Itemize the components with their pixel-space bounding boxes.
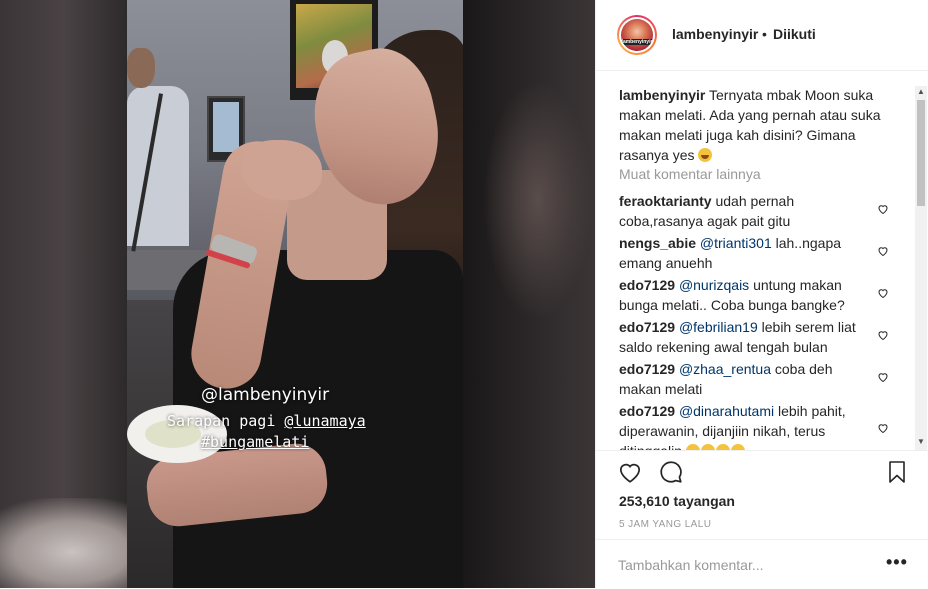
- comment-item: edo7129 @febrilian19 lebih serem liat sa…: [619, 317, 867, 357]
- comment-mention[interactable]: @trianti301: [700, 235, 772, 251]
- view-count-label: tayangan: [673, 493, 735, 509]
- post-header: lambenyinyir lambenyinyir • Diikuti: [596, 0, 928, 71]
- overlay-handle: @lambenyinyir: [201, 385, 330, 405]
- avatar[interactable]: lambenyinyir: [617, 15, 657, 55]
- overlay-caption-line: Sarapan pagi @lunamaya: [167, 412, 366, 430]
- woman-hand: [242, 140, 322, 200]
- heart-icon[interactable]: [617, 459, 643, 485]
- video-blur-left: [0, 0, 140, 588]
- bookmark-icon[interactable]: [885, 459, 909, 485]
- comment-username[interactable]: feraoktarianty: [619, 193, 712, 209]
- comment-item: nengs_abie @trianti301 lah..ngapa emang …: [619, 233, 867, 273]
- add-comment-input[interactable]: [618, 554, 878, 576]
- comment-username[interactable]: nengs_abie: [619, 235, 696, 251]
- overlay-caption-text: Sarapan pagi: [167, 412, 285, 430]
- comment-username[interactable]: edo7129: [619, 361, 675, 377]
- comment-mention[interactable]: @zhaa_rentua: [679, 361, 771, 377]
- more-options-button[interactable]: •••: [886, 552, 908, 573]
- view-count-number: 253,610: [619, 493, 670, 509]
- comments-scrollbar[interactable]: ▲ ▼: [915, 86, 927, 450]
- comment-item: edo7129 @nurizqais untung makan bunga me…: [619, 275, 867, 315]
- overlay-mention: @lunamaya: [284, 412, 366, 430]
- comments-list[interactable]: lambenyinyir Ternyata mbak Moon suka mak…: [596, 71, 928, 450]
- comment-username[interactable]: edo7129: [619, 403, 675, 419]
- heart-icon[interactable]: [877, 203, 889, 215]
- header-separator: •: [762, 26, 767, 42]
- overlay-hashtag: #bungamelati: [201, 433, 310, 451]
- caption: lambenyinyir Ternyata mbak Moon suka mak…: [619, 85, 887, 165]
- comment-item: edo7129 @zhaa_rentua coba deh makan mela…: [619, 359, 867, 399]
- video-player[interactable]: [127, 0, 463, 588]
- comment-item: edo7129 @dinarahutami lebih pahit, diper…: [619, 401, 867, 450]
- view-count: 253,610 tayangan: [619, 493, 735, 509]
- comment-username[interactable]: edo7129: [619, 319, 675, 335]
- post-timestamp[interactable]: 5 JAM YANG LALU: [619, 519, 711, 530]
- heart-icon[interactable]: [877, 371, 889, 383]
- scrollbar-thumb[interactable]: [917, 100, 925, 206]
- heart-icon[interactable]: [877, 422, 889, 434]
- post-media[interactable]: @lambenyinyir Sarapan pagi @lunamaya #bu…: [0, 0, 595, 588]
- heart-icon[interactable]: [877, 245, 889, 257]
- follow-status-button[interactable]: Diikuti: [773, 26, 816, 42]
- avatar-image: lambenyinyir: [621, 19, 653, 51]
- caption-username[interactable]: lambenyinyir: [619, 87, 705, 103]
- scroll-up-arrow-icon[interactable]: ▲: [917, 88, 925, 96]
- video-blur-right: [463, 0, 595, 588]
- add-comment-section: •••: [596, 539, 928, 589]
- post-info-panel: lambenyinyir lambenyinyir • Diikuti lamb…: [595, 0, 928, 588]
- avatar-logo-text: lambenyinyir: [621, 39, 653, 45]
- comment-mention[interactable]: @dinarahutami: [679, 403, 774, 419]
- comment-item: feraoktarianty udah pernah coba,rasanya …: [619, 191, 867, 231]
- heart-icon[interactable]: [877, 329, 889, 341]
- load-more-comments-link[interactable]: Muat komentar lainnya: [619, 166, 761, 182]
- post-actions: [596, 450, 928, 491]
- heart-icon[interactable]: [877, 287, 889, 299]
- comment-icon[interactable]: [658, 459, 684, 485]
- header-username[interactable]: lambenyinyir: [672, 26, 758, 42]
- comment-mention[interactable]: @nurizqais: [679, 277, 749, 293]
- comment-mention[interactable]: @febrilian19: [679, 319, 758, 335]
- scroll-down-arrow-icon[interactable]: ▼: [917, 438, 925, 446]
- comment-username[interactable]: edo7129: [619, 277, 675, 293]
- grinning-sweat-emoji-icon: [698, 148, 713, 162]
